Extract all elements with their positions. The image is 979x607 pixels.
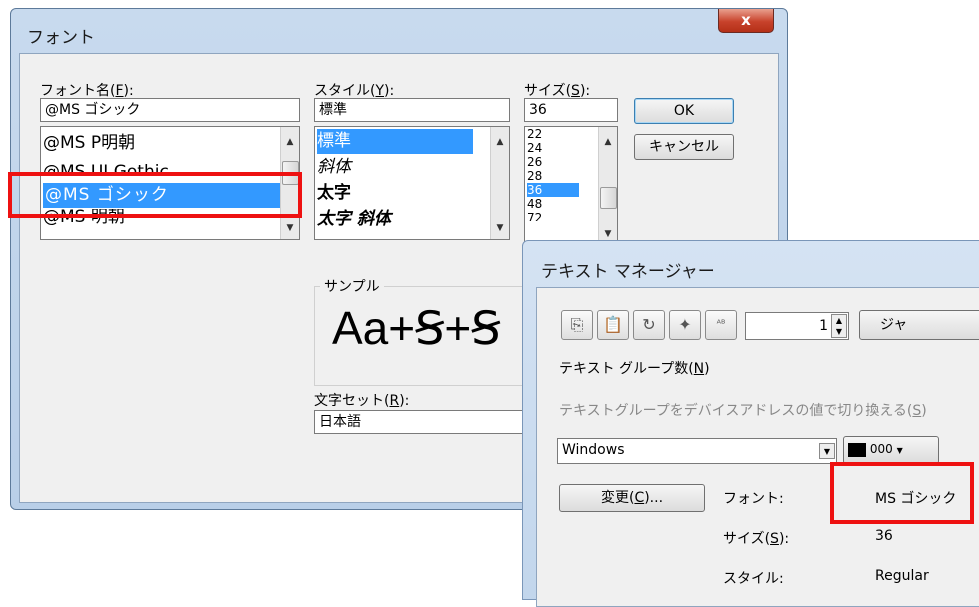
style-value: Regular (875, 568, 929, 584)
copy-icon[interactable]: ⎘ (561, 310, 593, 340)
style-list-item-selected[interactable]: 標準 (317, 129, 473, 154)
group-count-end: ) (704, 361, 710, 377)
font-label: フォント: (723, 491, 784, 507)
scroll-down-icon[interactable]: ▼ (491, 219, 509, 237)
font-name-accel: F (115, 83, 124, 99)
charset-select[interactable]: 日本語 (314, 410, 544, 434)
import-icon[interactable]: ↻ (633, 310, 665, 340)
text-manager-window: テキスト マネージャー ⎘ 📋 ↻ ✦ ᴬᴮ 1 ▲ ▼ ジャ テキスト グループ… (522, 240, 979, 607)
change-end: )... (644, 490, 664, 506)
size-accel: S (571, 83, 580, 99)
tool-icon[interactable]: ✦ (669, 310, 701, 340)
style-label: スタイル(Y): (314, 80, 394, 100)
color-swatch (848, 442, 866, 457)
size-accel: S (770, 531, 779, 547)
size-label: サイズ(S): (723, 528, 789, 548)
scroll-thumb[interactable] (600, 187, 617, 209)
spin-up-icon[interactable]: ▲ (836, 316, 842, 325)
style-accel: Y (375, 83, 385, 99)
change-text: 変更( (600, 490, 635, 506)
group-count-accel: N (693, 361, 705, 377)
size-list-item[interactable]: 24 (527, 141, 542, 155)
charset-label-end: ): (399, 393, 410, 409)
charset-label: 文字セット(R): (314, 390, 409, 410)
size-input[interactable]: 36 (524, 98, 618, 122)
size-list-item[interactable]: 72 (527, 211, 542, 221)
size-list-item[interactable]: 28 (527, 169, 542, 183)
size-label-end: ): (579, 83, 591, 99)
charset-accel: R (389, 393, 400, 409)
text-manager-title: テキスト マネージャー (541, 262, 715, 282)
font-name-label-text: フォント名( (40, 83, 116, 99)
spin-down-icon[interactable]: ▼ (836, 327, 842, 336)
switch-by-address-label[interactable]: テキストグループをデバイスアドレスの値で切り換える(S) (559, 400, 927, 420)
ok-button[interactable]: OK (634, 98, 734, 124)
close-button[interactable]: x (718, 9, 774, 33)
change-accel: C (634, 490, 645, 506)
style-list[interactable]: 標準 斜体 太字 太字 斜体 ▲ ▼ (314, 126, 510, 240)
text-manager-client: ⎘ 📋 ↻ ✦ ᴬᴮ 1 ▲ ▼ ジャ テキスト グループ数(N) テキストグルー… (536, 287, 979, 607)
sample-label: サンプル (320, 276, 384, 296)
color-picker-button[interactable]: 000 ▼ (843, 436, 939, 464)
number-spinner[interactable]: ▲ ▼ (831, 314, 847, 338)
group-count-text: テキスト グループ数( (559, 361, 694, 377)
style-list-item[interactable]: 太字 (317, 181, 351, 206)
size-label-text: サイズ( (524, 83, 572, 99)
size-text: サイズ( (723, 531, 771, 547)
style-label-end: ): (384, 83, 395, 99)
size-list-item[interactable]: 26 (527, 155, 542, 169)
switch-text: テキストグループをデバイスアドレスの値で切り換える( (559, 403, 913, 419)
scroll-down-icon[interactable]: ▼ (281, 219, 299, 237)
paste-icon[interactable]: 📋 (597, 310, 629, 340)
style-label: スタイル: (723, 571, 784, 587)
jump-button[interactable]: ジャ (859, 310, 979, 340)
font-value-annotation (830, 462, 974, 524)
font-name-label-end: ): (123, 83, 134, 99)
size-value: 36 (875, 528, 893, 544)
size-list-item[interactable]: 48 (527, 197, 542, 211)
font-name-input[interactable]: @MS ゴシック (40, 98, 300, 122)
size-list-scrollbar[interactable]: ▲ ▼ (598, 127, 617, 245)
highlight-annotation (8, 172, 302, 218)
chevron-down-icon: ▼ (896, 446, 903, 455)
size-label: サイズ(S): (524, 80, 590, 100)
color-value: 000 (869, 442, 893, 456)
text-group-combo[interactable]: Windows (557, 438, 837, 464)
group-count-label: テキスト グループ数(N) (559, 358, 710, 378)
combo-dropdown-icon[interactable]: ▼ (819, 443, 835, 459)
font-dialog-title: フォント (27, 28, 95, 48)
cancel-button[interactable]: キャンセル (634, 134, 734, 160)
size-list-item-selected[interactable]: 36 (527, 183, 579, 197)
style-input[interactable]: 標準 (314, 98, 510, 122)
style-list-scrollbar[interactable]: ▲ ▼ (490, 127, 509, 239)
size-list-item[interactable]: 22 (527, 127, 542, 141)
style-list-item[interactable]: 太字 斜体 (317, 207, 391, 232)
change-font-button[interactable]: 変更(C)... (559, 484, 705, 512)
style-label-text: スタイル( (314, 83, 376, 99)
style-list-item[interactable]: 斜体 (317, 155, 351, 180)
scroll-up-icon[interactable]: ▲ (281, 133, 299, 151)
switch-end: ) (921, 403, 927, 419)
charset-label-text: 文字セット( (314, 393, 390, 409)
size-end: ): (778, 531, 790, 547)
scroll-up-icon[interactable]: ▲ (491, 133, 509, 151)
switch-accel: S (912, 403, 922, 419)
sample-preview: Aa+Ꞩ+Ꞩ (332, 302, 501, 354)
scroll-up-icon[interactable]: ▲ (599, 133, 617, 151)
replace-text-icon[interactable]: ᴬᴮ (705, 310, 737, 340)
font-list-item[interactable]: @MS P明朝 (43, 131, 135, 156)
font-name-label: フォント名(F): (40, 80, 134, 100)
size-list[interactable]: 22 24 26 28 36 48 72 ▲ ▼ (524, 126, 618, 246)
